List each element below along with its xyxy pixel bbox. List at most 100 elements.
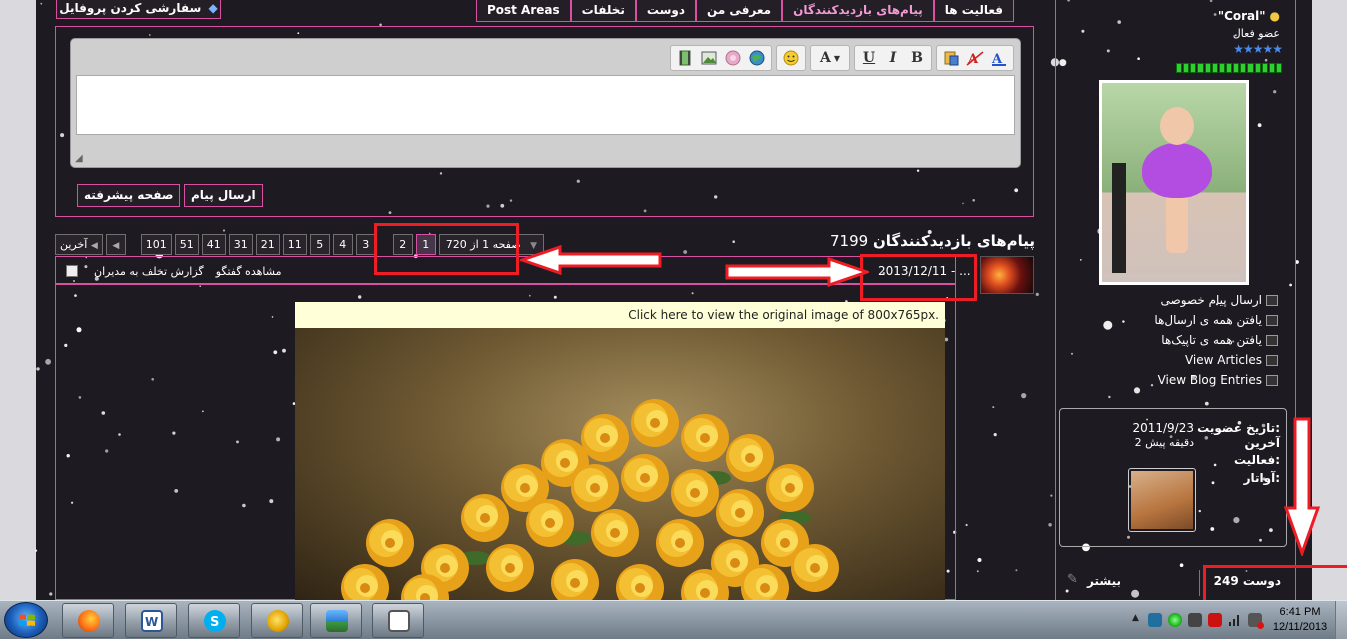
username: "Coral" ● [1180,9,1280,23]
resize-handle-icon[interactable]: ◢ [75,153,87,164]
font-size-icon[interactable]: A [963,46,987,70]
join-date-label: تاریخ عضویت: [1197,421,1280,435]
page-link-51[interactable]: 51 [174,234,199,255]
message-count: 7199 [830,232,869,250]
image-icon[interactable] [697,46,721,70]
rose [591,509,639,557]
system-tray: ▲ 6:41 PM 12/11/2013 [1129,601,1347,639]
select-checkbox[interactable] [66,265,78,277]
toolbar-group-insert [670,45,772,71]
rose [581,414,629,462]
articles-icon [1266,354,1278,366]
font-color-icon[interactable]: A [987,46,1011,70]
link-label: یافتن همه ی ارسال‌ها [1154,313,1262,327]
taskbar-clock[interactable]: 6:41 PM 12/11/2013 [1265,605,1335,635]
star [45,358,51,365]
unlink-icon[interactable] [721,46,745,70]
annotation-box-pager [374,223,519,275]
page-link-31[interactable]: 31 [228,234,253,255]
next-arrow-icon: ◀ [112,241,120,251]
submit-message-button[interactable]: ارسال پیام [184,184,263,207]
star [49,592,53,596]
star [222,229,226,232]
next-page-button[interactable]: ◀ [105,234,126,255]
video-icon[interactable] [673,46,697,70]
smiley-icon[interactable] [779,46,803,70]
last-page-button[interactable]: آخرین ◀ [55,234,103,255]
status-green-icon[interactable] [1168,613,1182,627]
rose [366,519,414,567]
tab-activity[interactable]: فعالیت ها [933,0,1014,22]
photo-viewer-taskbar-button[interactable] [310,603,362,638]
network-app-icon[interactable] [1148,613,1162,627]
show-hidden-icons-icon[interactable]: ▲ [1132,613,1142,627]
show-desktop-button[interactable] [1335,601,1347,639]
star [965,523,968,527]
word-taskbar-button[interactable]: W [125,603,177,638]
rose [486,544,534,592]
firefox-taskbar-button[interactable] [62,603,114,638]
find-all-threads-link[interactable]: یافتن همه ی تاپیک‌ها [1130,330,1278,350]
page-link-11[interactable]: 11 [282,234,307,255]
word-icon: W [141,610,163,632]
tab-friends[interactable]: دوست [635,0,697,22]
tab-visitor-messages[interactable]: پیام‌های بازدیدکنندگان [782,0,934,22]
underline-icon[interactable]: U [857,46,881,70]
visitor-messages-heading: 7199 پیام‌های بازدیدکنندگان [830,232,1036,250]
start-button[interactable] [4,602,48,638]
annotation-arrow-left [520,245,662,275]
bold-icon[interactable]: B [905,46,929,70]
advanced-editor-button[interactable]: صفحه پیشرفته [77,184,181,207]
toolbar-group-fontname: A ▼ [810,45,850,71]
tab-post-areas[interactable]: Post Areas [475,0,571,22]
messenger-taskbar-button[interactable] [251,603,303,638]
find-all-posts-link[interactable]: یافتن همه ی ارسال‌ها [1130,310,1278,330]
page-link-41[interactable]: 41 [201,234,226,255]
browser-window-taskbar-button[interactable] [372,603,424,638]
link-label: یافتن همه ی تاپیک‌ها [1161,333,1262,347]
tab-about-me[interactable]: معرفی من [696,0,783,22]
globe-link-icon[interactable] [745,46,769,70]
star [993,433,997,437]
page-link-3[interactable]: 3 [355,234,376,255]
page-link-5[interactable]: 5 [309,234,330,255]
page-link-4[interactable]: 4 [332,234,353,255]
font-icon[interactable]: A ▼ [813,46,847,70]
message-textarea[interactable] [76,75,1015,135]
flag-icon[interactable] [1188,613,1202,627]
page-title: پیام‌های بازدیدکنندگان [872,232,1036,250]
rose [656,519,704,567]
paste-icon[interactable] [939,46,963,70]
view-articles-link[interactable]: View Articles [1130,350,1278,370]
roses-image[interactable] [295,328,945,600]
svg-text:W: W [145,615,158,629]
link-label: View Blog Entries [1157,373,1262,387]
action-center-icon[interactable] [1208,613,1222,627]
italic-icon[interactable]: I [881,46,905,70]
editor-toolbar: A A B I U A▼ [670,45,1014,71]
more-friends-link[interactable]: بیشتر [1087,574,1121,588]
report-link[interactable]: گزارش تخلف به مدیران [94,265,204,278]
page-link-21[interactable]: 21 [255,234,280,255]
view-conversation-link[interactable]: مشاهده گفتگو [216,265,282,278]
view-blog-entries-link[interactable]: View Blog Entries [1130,370,1278,390]
profile-picture[interactable] [1099,80,1249,285]
dropdown-icon: ▼ [833,53,841,63]
poster-avatar[interactable] [980,256,1034,294]
join-date-value: 2011/9/23 [1132,421,1194,435]
rose [551,559,599,600]
original-image-link[interactable]: Click here to view the original image of… [295,302,945,328]
photo-legs [1166,193,1188,253]
send-private-message-link[interactable]: ارسال پیام خصوصی [1130,290,1278,310]
threads-icon [1266,334,1278,346]
customize-profile-button[interactable]: سفارشی کردن پروفایل ◆ [56,0,221,19]
star [1048,523,1052,527]
skype-taskbar-button[interactable]: S [188,603,240,638]
pencil-icon[interactable]: ✎ [1067,572,1078,587]
volume-muted-icon[interactable] [1248,613,1264,629]
tab-infractions[interactable]: تخلفات [570,0,636,22]
page-link-101[interactable]: 101 [140,234,172,255]
signal-icon[interactable] [1228,613,1242,627]
avatar[interactable] [1128,468,1196,532]
member-info-box: تاریخ عضویت: 2011/9/23 آخرین 2 دقیقه پیش… [1059,408,1287,547]
